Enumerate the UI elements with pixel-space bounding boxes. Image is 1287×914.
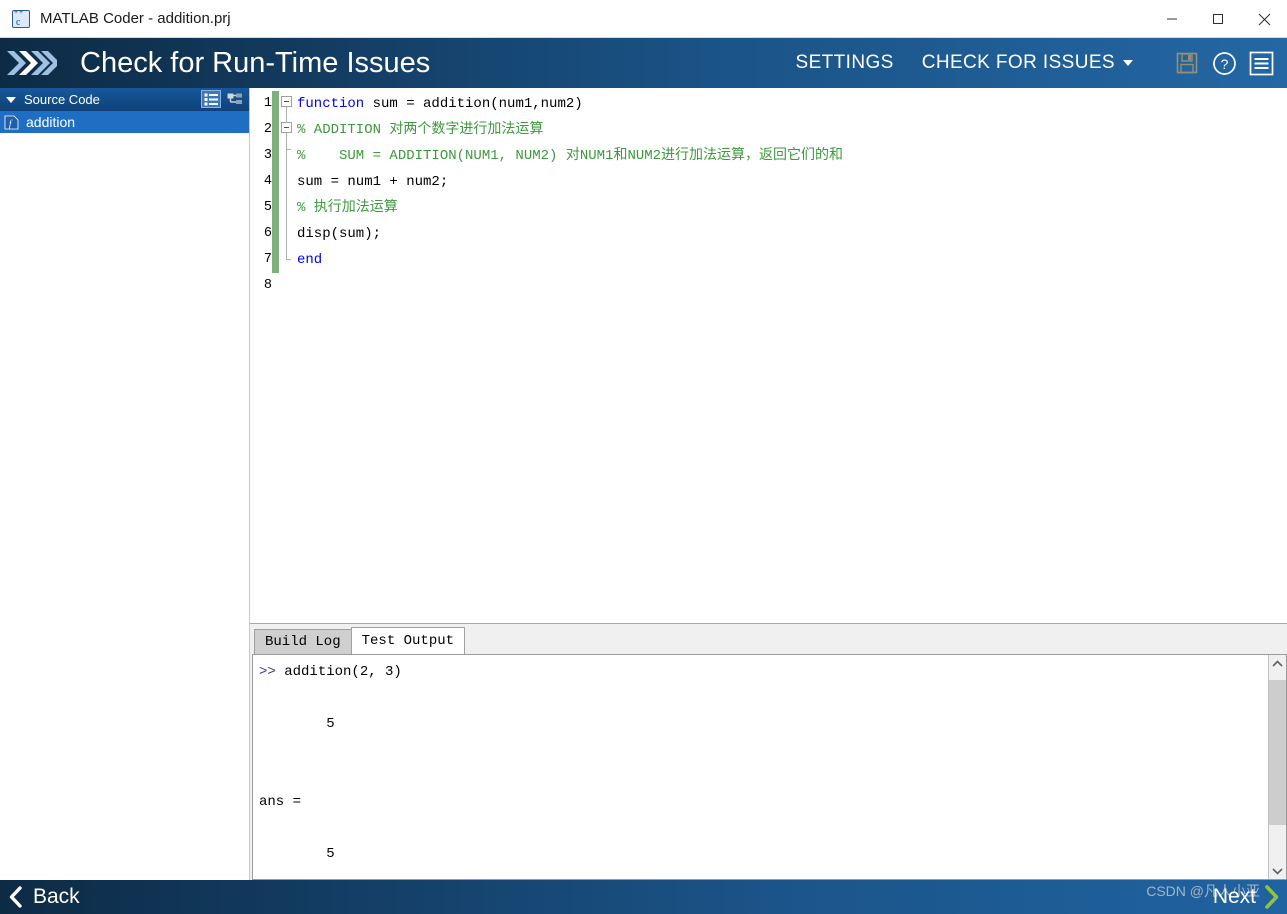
fold-connector — [286, 107, 287, 123]
line-number: 1 — [263, 96, 272, 111]
line-number: 2 — [263, 122, 272, 137]
svg-text:?: ? — [1220, 56, 1228, 72]
tab-build-log-label: Build Log — [265, 634, 341, 650]
chevron-right-icon — [1262, 885, 1281, 909]
fold-marker-line2[interactable] — [281, 122, 292, 133]
scrollbar-thumb[interactable] — [1269, 680, 1286, 825]
matlab-function-file-icon: f — [4, 115, 19, 130]
output-panel: Build Log Test Output >> addition(2, 3) … — [250, 623, 1287, 880]
code-token: % 执行加法运算 — [297, 200, 398, 216]
code-fold-column[interactable] — [279, 88, 297, 622]
menu-icon[interactable] — [1247, 49, 1275, 77]
chevron-up-icon[interactable] — [1269, 655, 1286, 672]
source-code-sidebar: Source Code f addition — [0, 88, 250, 880]
minimize-icon[interactable] — [1149, 0, 1195, 38]
line-number: 8 — [263, 278, 272, 293]
wizard-footer: Back CSDN @凡人小亚 Next — [0, 880, 1287, 914]
output-line: ans = — [259, 794, 302, 810]
code-token: end — [297, 252, 323, 268]
matlab-coder-window: MATLAB Coder - addition.prj Check for Ru… — [0, 0, 1287, 914]
tree-view-icon[interactable] — [225, 90, 245, 108]
scrollbar-track[interactable] — [1269, 672, 1286, 862]
check-for-issues-button[interactable]: CHECK FOR ISSUES — [908, 52, 1147, 74]
code-line: % ADDITION 对两个数字进行加法运算 — [297, 117, 1287, 143]
chevrons-icon — [0, 38, 62, 88]
app-toolbar: Check for Run-Time Issues SETTINGS CHECK… — [0, 38, 1287, 88]
code-line: % 执行加法运算 — [297, 195, 1287, 221]
tab-test-output-label: Test Output — [361, 633, 455, 649]
code-token: disp(sum); — [297, 226, 382, 242]
window-controls — [1149, 0, 1287, 38]
help-icon[interactable]: ? — [1210, 49, 1238, 77]
fold-marker-line1[interactable] — [281, 96, 292, 107]
collapse-triangle-icon[interactable] — [6, 96, 16, 103]
sidebar-header-label: Source Code — [24, 92, 100, 107]
close-icon[interactable] — [1241, 0, 1287, 38]
window-title: MATLAB Coder - addition.prj — [40, 10, 231, 27]
code-token: sum = addition(num1,num2) — [364, 96, 583, 112]
settings-label: SETTINGS — [795, 52, 894, 73]
back-button[interactable]: Back — [0, 885, 80, 909]
tab-test-output[interactable]: Test Output — [350, 627, 466, 654]
settings-button[interactable]: SETTINGS — [782, 52, 908, 74]
test-output-text: >> addition(2, 3) 5 ans = 5 — [253, 655, 1268, 879]
code-token: function — [297, 96, 365, 112]
line-number: 3 — [263, 148, 272, 163]
chevron-down-icon — [1123, 60, 1133, 66]
output-prompt: >> — [259, 664, 276, 680]
line-number: 5 — [263, 200, 272, 215]
matlab-coder-icon — [12, 9, 30, 28]
back-label: Back — [33, 885, 80, 908]
code-text[interactable]: function sum = addition(num1,num2) % ADDI… — [297, 88, 1287, 622]
code-line: disp(sum); — [297, 221, 1287, 247]
line-number: 4 — [263, 174, 272, 189]
chevron-left-icon — [8, 886, 25, 908]
tab-build-log[interactable]: Build Log — [254, 629, 352, 654]
maximize-icon[interactable] — [1195, 0, 1241, 38]
page-title: Check for Run-Time Issues — [80, 46, 431, 79]
check-for-issues-label: CHECK FOR ISSUES — [921, 52, 1115, 73]
toolbar-icon-group: ? — [1147, 49, 1287, 77]
list-view-icon[interactable] — [201, 90, 221, 108]
line-number: 7 — [263, 252, 272, 267]
chevron-down-icon[interactable] — [1269, 862, 1286, 879]
window-title-bar: MATLAB Coder - addition.prj — [0, 0, 1287, 38]
toolbar-actions: SETTINGS CHECK FOR ISSUES ? — [782, 38, 1287, 88]
output-command: addition(2, 3) — [275, 664, 402, 680]
next-label: Next — [1212, 885, 1256, 908]
next-button[interactable]: Next — [1213, 880, 1281, 914]
output-line: >> addition(2, 3) — [259, 659, 1268, 685]
output-line: 5 — [259, 846, 335, 862]
output-tabstrip: Build Log Test Output — [250, 624, 1287, 654]
sidebar-item-addition[interactable]: f addition — [0, 111, 249, 133]
code-line: % SUM = ADDITION(NUM1, NUM2) 对NUM1和NUM2进… — [297, 143, 1287, 169]
fold-branch-line3 — [286, 149, 291, 150]
code-token: sum = num1 + num2; — [297, 174, 449, 190]
code-editor[interactable]: 1 2 3 4 5 6 7 8 function sum = addition(num1,nu… — [250, 88, 1287, 623]
main-body: Source Code f addition 1 2 3 4 5 6 7 8 f… — [0, 88, 1287, 880]
sidebar-view-toggles — [201, 90, 245, 108]
code-line: function sum = addition(num1,num2) — [297, 91, 1287, 117]
code-token: % ADDITION 对两个数字进行加法运算 — [297, 122, 544, 138]
fold-branch-line7 — [286, 259, 291, 260]
line-number: 6 — [263, 226, 272, 241]
output-line: 5 — [259, 716, 335, 732]
code-line: sum = num1 + num2; — [297, 169, 1287, 195]
save-icon[interactable] — [1173, 49, 1201, 77]
code-line: end — [297, 247, 1287, 273]
line-number-gutter: 1 2 3 4 5 6 7 8 — [250, 88, 272, 622]
change-marker-bar — [272, 88, 279, 622]
output-vertical-scrollbar[interactable] — [1268, 655, 1286, 879]
output-content-wrapper: >> addition(2, 3) 5 ans = 5 — [252, 654, 1287, 880]
code-token: % SUM = ADDITION(NUM1, NUM2) 对NUM1和NUM2进… — [297, 148, 844, 164]
main-content: 1 2 3 4 5 6 7 8 function sum = addition(num1,nu… — [250, 88, 1287, 880]
sidebar-header[interactable]: Source Code — [0, 88, 249, 111]
sidebar-item-label: addition — [26, 114, 76, 130]
fold-connector — [286, 133, 287, 259]
